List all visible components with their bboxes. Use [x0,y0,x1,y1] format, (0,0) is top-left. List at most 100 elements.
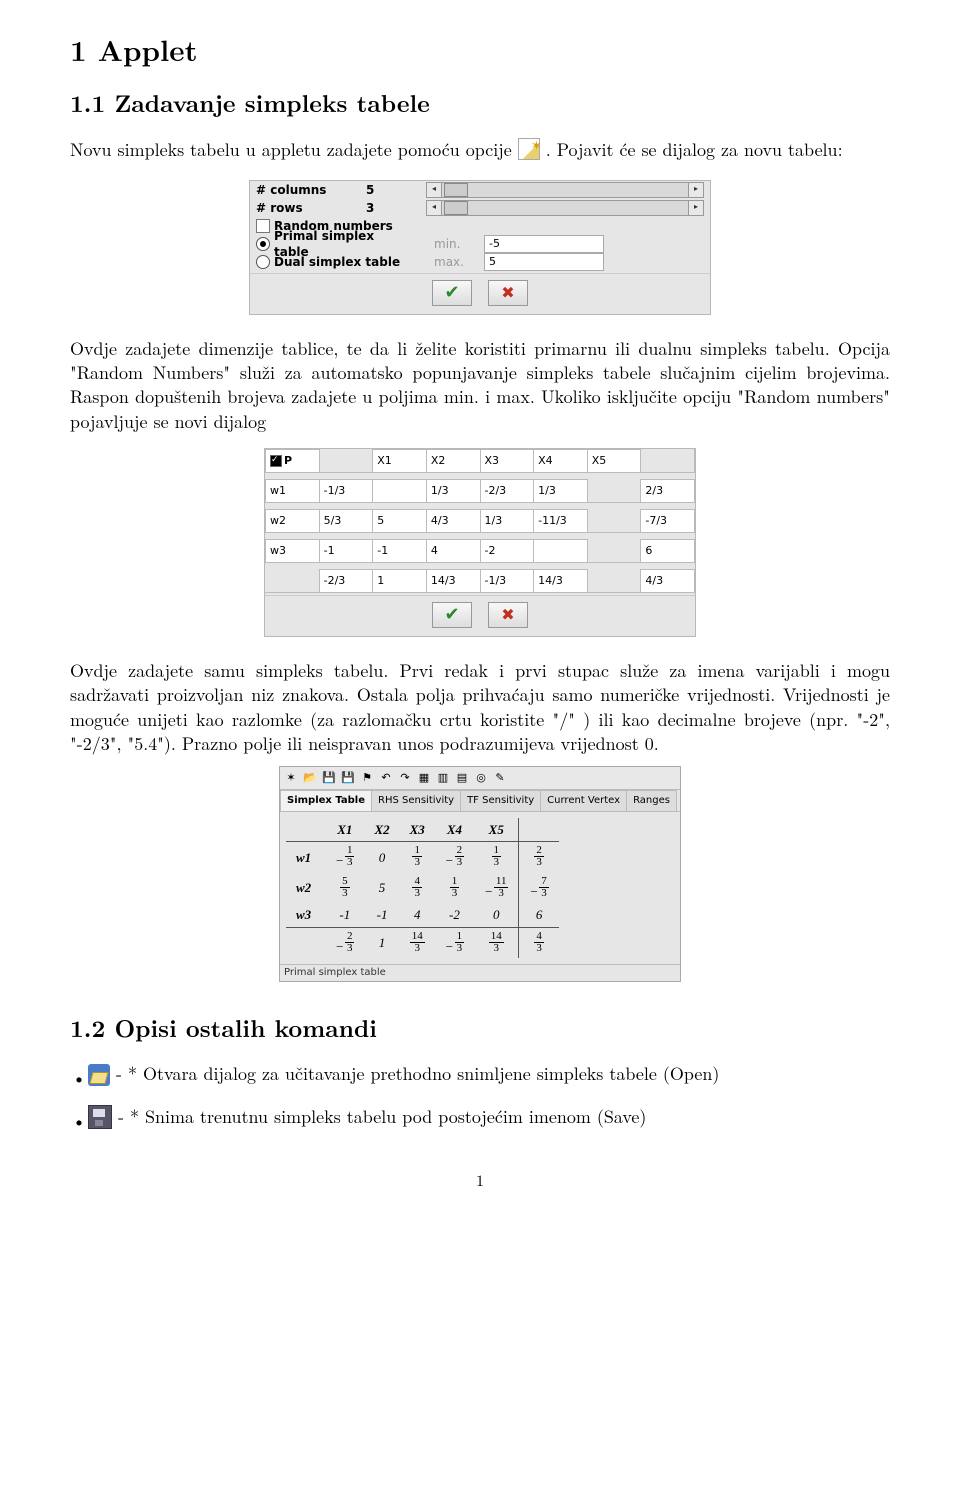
cell[interactable]: 5/3 [319,510,373,533]
text: . Pojavit će se dijalog za novu tabelu: [546,137,843,162]
text: Novu simpleks tabelu u appletu zadajete … [70,137,518,162]
max-input[interactable]: 5 [484,253,604,271]
cell[interactable]: -1/3 [480,570,534,593]
cell[interactable]: -11/3 [534,510,588,533]
paragraph-dims: Ovdje zadajete dimenzije tablice, te da … [70,337,890,434]
x-icon: ✖ [501,604,514,626]
simplex-input-grid: P X1 X2 X3 X4 X5 w1 -1/3 1/3 -2/3 1/3 2/… [265,449,695,593]
max-label: max. [434,254,484,270]
undo-icon[interactable]: ↶ [377,769,395,787]
p-checkbox-cell[interactable]: P [266,450,320,473]
command-open: - * Otvara dijalog za učitavanje prethod… [88,1062,890,1086]
cell[interactable]: -1/3 [319,480,373,503]
row-header[interactable]: w3 [266,540,320,563]
random-checkbox[interactable] [256,219,270,233]
flag-icon[interactable]: ⚑ [358,769,376,787]
cell[interactable]: 1/3 [534,480,588,503]
cell[interactable]: 1/3 [426,480,480,503]
rows-slider[interactable]: ◂ ▸ [426,200,704,216]
col-header[interactable]: X4 [534,450,588,473]
status-bar: Primal simplex table [280,964,680,981]
result-panel: ✶ 📂 💾 💾 ⚑ ↶ ↷ ▦ ▥ ▤ ◎ ✎ Simplex Table RH… [279,766,681,982]
cell[interactable]: 2/3 [641,480,695,503]
ok-button[interactable]: ✔ [432,602,472,628]
col-header[interactable]: X5 [587,450,641,473]
check-icon: ✔ [444,281,459,305]
simplex-input-dialog: P X1 X2 X3 X4 X5 w1 -1/3 1/3 -2/3 1/3 2/… [264,448,696,637]
toolbar: ✶ 📂 💾 💾 ⚑ ↶ ↷ ▦ ▥ ▤ ◎ ✎ [280,767,680,790]
cols-icon[interactable]: ▤ [453,769,471,787]
tabs: Simplex Table RHS Sensitivity TF Sensiti… [280,790,680,812]
arrow-right-icon[interactable]: ▸ [688,201,703,215]
new-table-dialog: # columns 5 ◂ ▸ # rows 3 ◂ ▸ Random numb… [249,180,711,315]
arrow-right-icon[interactable]: ▸ [688,183,703,197]
cell[interactable]: 4/3 [641,570,695,593]
text: - * Snima trenutnu simpleks tabelu pod p… [118,1104,646,1129]
cell[interactable] [534,540,588,563]
save-icon [88,1105,112,1129]
ok-button[interactable]: ✔ [432,280,472,306]
tab-tf[interactable]: TF Sensitivity [460,790,541,811]
arrow-left-icon[interactable]: ◂ [427,201,442,215]
bars-icon[interactable]: ▥ [434,769,452,787]
cell[interactable]: 14/3 [534,570,588,593]
simplex-result-table: X1X2X3X4X5w1−13013−231323w25354313−113−7… [286,818,559,959]
cell[interactable]: -2 [480,540,534,563]
new-table-icon [518,138,540,160]
cell[interactable]: -1 [373,540,427,563]
cell[interactable]: 14/3 [426,570,480,593]
grid-icon[interactable]: ▦ [415,769,433,787]
wand-icon[interactable]: ✎ [491,769,509,787]
col-header[interactable]: X1 [373,450,427,473]
row-header[interactable]: w1 [266,480,320,503]
cell[interactable]: -2/3 [319,570,373,593]
columns-label: # columns [256,182,366,198]
tab-vertex[interactable]: Current Vertex [540,790,627,811]
columns-value: 5 [366,182,426,198]
command-save: - * Snima trenutnu simpleks tabelu pod p… [88,1105,890,1129]
check-icon: ✔ [444,603,459,627]
arrow-left-icon[interactable]: ◂ [427,183,442,197]
rows-value: 3 [366,200,426,216]
open-icon [88,1064,110,1086]
cancel-button[interactable]: ✖ [488,602,528,628]
dual-label: Dual simplex table [274,254,404,270]
row-header[interactable]: w2 [266,510,320,533]
new-icon[interactable]: ✶ [282,769,300,787]
redo-icon[interactable]: ↷ [396,769,414,787]
paragraph-table: Ovdje zadajete samu simpleks tabelu. Prv… [70,659,890,756]
section-heading: 1 Applet [70,30,890,69]
min-label: min. [434,236,484,252]
text: - * Otvara dijalog za učitavanje prethod… [116,1061,719,1086]
subsection-heading: 1.2 Opisi ostalih komandi [70,1012,890,1044]
tab-ranges[interactable]: Ranges [626,790,677,811]
cell[interactable]: -7/3 [641,510,695,533]
col-header[interactable]: X3 [480,450,534,473]
cell[interactable]: 4 [426,540,480,563]
cell[interactable]: 1/3 [480,510,534,533]
saveas-icon[interactable]: 💾 [339,769,357,787]
min-input[interactable]: -5 [484,235,604,253]
open-icon[interactable]: 📂 [301,769,319,787]
cell[interactable]: 4/3 [426,510,480,533]
cell[interactable]: -2/3 [480,480,534,503]
cell[interactable] [373,480,427,503]
cancel-button[interactable]: ✖ [488,280,528,306]
save-icon[interactable]: 💾 [320,769,338,787]
rows-label: # rows [256,200,366,216]
columns-slider[interactable]: ◂ ▸ [426,182,704,198]
tab-rhs[interactable]: RHS Sensitivity [371,790,461,811]
subsection-heading: 1.1 Zadavanje simpleks tabele [70,87,890,119]
cell[interactable]: -1 [319,540,373,563]
tab-simplex[interactable]: Simplex Table [280,790,372,811]
cell[interactable]: 5 [373,510,427,533]
cell[interactable]: 6 [641,540,695,563]
dual-radio[interactable] [256,255,270,269]
x-icon: ✖ [501,282,514,304]
page-number: 1 [70,1169,890,1191]
target-icon[interactable]: ◎ [472,769,490,787]
paragraph-intro: Novu simpleks tabelu u appletu zadajete … [70,138,890,162]
primal-radio[interactable] [256,237,270,251]
cell[interactable]: 1 [373,570,427,593]
col-header[interactable]: X2 [426,450,480,473]
